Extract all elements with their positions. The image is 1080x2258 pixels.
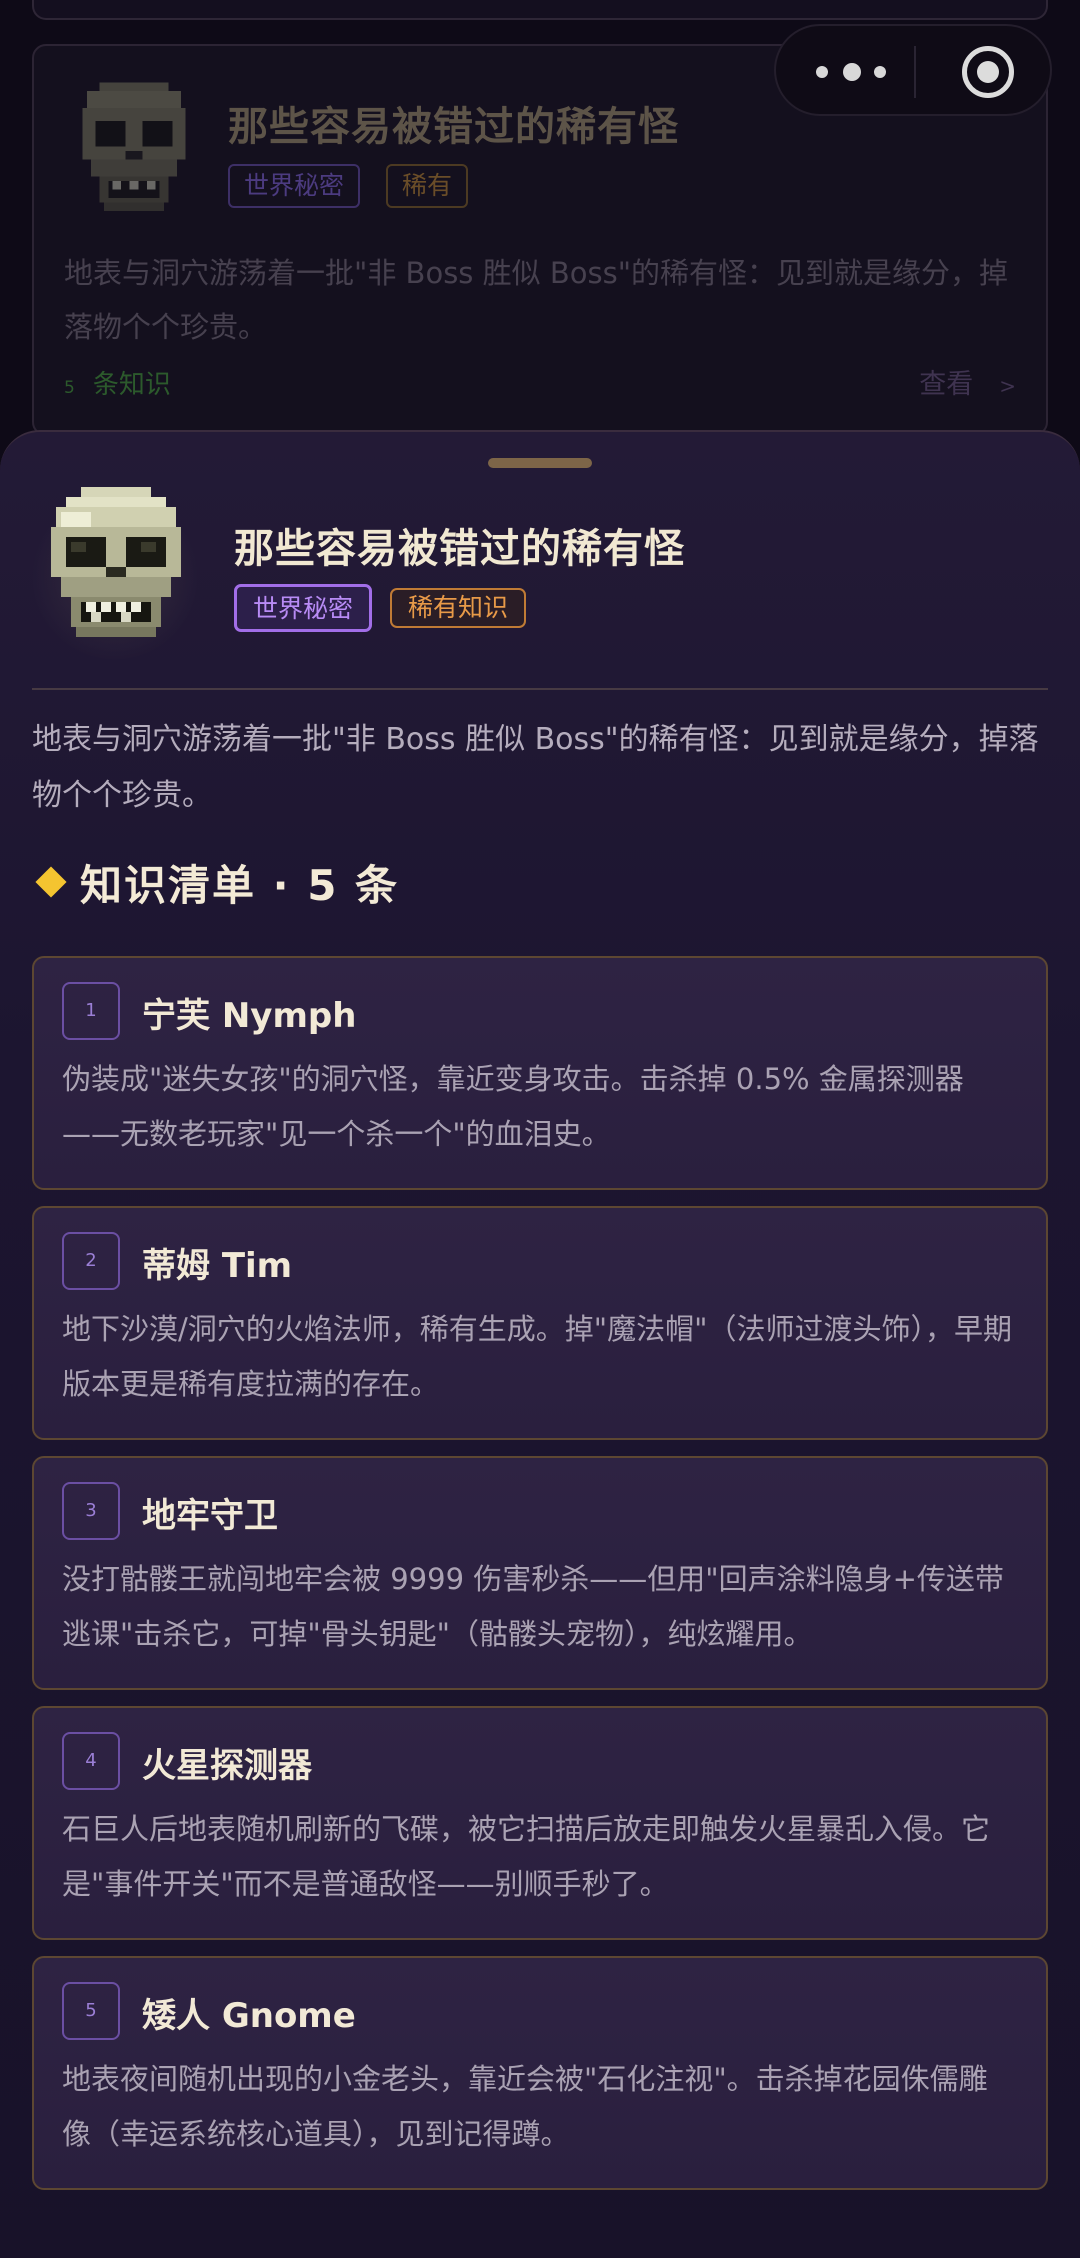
item-number: 1	[62, 982, 120, 1040]
item-title: 矮人 Gnome	[142, 1996, 356, 2036]
knowledge-item[interactable]: 5 矮人 Gnome 地表夜间随机出现的小金老头，靠近会被"石化注视"。击杀掉花…	[32, 1956, 1048, 2190]
chevron-right-icon: >	[999, 374, 1016, 398]
knowledge-item[interactable]: 1 宁芙 Nymph 伪装成"迷失女孩"的洞穴怪，靠近变身攻击。击杀掉 0.5%…	[32, 956, 1048, 1190]
knowledge-item[interactable]: 4 火星探测器 石巨人后地表随机刷新的飞碟，被它扫描后放走即触发火星暴乱入侵。它…	[32, 1706, 1048, 1940]
miniprogram-capsule	[774, 24, 1052, 116]
background-tag-world: 世界秘密	[228, 164, 361, 208]
item-body: 石巨人后地表随机刷新的飞碟，被它扫描后放走即触发火星暴乱入侵。它是"事件开关"而…	[62, 1812, 991, 1901]
skull-icon	[82, 82, 186, 211]
item-number: 3	[62, 1482, 120, 1540]
tag-rare-knowledge: 稀有知识	[390, 588, 527, 628]
item-number: 5	[62, 1982, 120, 2040]
item-body: 地表夜间随机出现的小金老头，靠近会被"石化注视"。击杀掉花园侏儒雕像（幸运系统核…	[62, 2062, 988, 2151]
knowledge-item[interactable]: 2 蒂姆 Tim 地下沙漠/洞穴的火焰法师，稀有生成。掉"魔法帽"（法师过渡头饰…	[32, 1206, 1048, 1440]
background-card-count: 5 条知识	[64, 364, 171, 401]
item-title: 宁芙 Nymph	[142, 996, 357, 1036]
item-title: 火星探测器	[142, 1746, 312, 1786]
diamond-icon	[35, 866, 67, 898]
knowledge-list-heading: 知识清单 · 5 条	[32, 852, 399, 912]
skull-icon	[51, 487, 181, 637]
item-body: 没打骷髅王就闯地牢会被 9999 伤害秒杀——但用"回声涂料隐身+传送带逃课"击…	[62, 1562, 1004, 1651]
dot	[874, 66, 886, 78]
capsule-divider	[914, 46, 916, 98]
dot	[843, 63, 861, 81]
background-card-title: 那些容易被错过的稀有怪	[228, 104, 679, 150]
item-title: 地牢守卫	[142, 1496, 278, 1536]
dot	[816, 66, 828, 78]
item-body: 伪装成"迷失女孩"的洞穴怪，靠近变身攻击。击杀掉 0.5% 金属探测器——无数老…	[62, 1062, 964, 1151]
more-dots-icon[interactable]	[816, 54, 916, 90]
sheet-description: 地表与洞穴游荡着一批"非 Boss 胜似 Boss"的稀有怪：见到就是缘分，掉落…	[32, 722, 1039, 813]
previous-card-edge	[32, 0, 1048, 20]
item-body: 地下沙漠/洞穴的火焰法师，稀有生成。掉"魔法帽"（法师过渡头饰），早期版本更是稀…	[62, 1312, 1012, 1401]
count-label: 条知识	[92, 370, 171, 400]
sheet-title: 那些容易被错过的稀有怪	[234, 526, 685, 572]
background-card-description: 地表与洞穴游荡着一批"非 Boss 胜似 Boss"的稀有怪：见到就是缘分，掉落…	[64, 256, 1009, 344]
sheet-drag-handle[interactable]	[488, 458, 592, 468]
target-close-icon[interactable]	[962, 46, 1014, 98]
detail-bottom-sheet: 那些容易被错过的稀有怪 世界秘密 稀有知识 地表与洞穴游荡着一批"非 Boss …	[0, 430, 1080, 2258]
count-number: 5	[64, 378, 75, 398]
sheet-divider	[32, 688, 1048, 690]
view-link[interactable]: 查看 >	[919, 362, 1016, 401]
view-label: 查看	[919, 369, 974, 400]
background-tag-rare: 稀有	[386, 164, 469, 208]
item-number: 2	[62, 1232, 120, 1290]
section-title: 知识清单 · 5 条	[80, 860, 400, 910]
app-page: 那些容易被错过的稀有怪 世界秘密 稀有 地表与洞穴游荡着一批"非 Boss 胜似…	[0, 0, 1080, 2258]
knowledge-item[interactable]: 3 地牢守卫 没打骷髅王就闯地牢会被 9999 伤害秒杀——但用"回声涂料隐身+…	[32, 1456, 1048, 1690]
tag-world-secret: 世界秘密	[234, 584, 373, 632]
item-number: 4	[62, 1732, 120, 1790]
item-title: 蒂姆 Tim	[142, 1246, 293, 1286]
